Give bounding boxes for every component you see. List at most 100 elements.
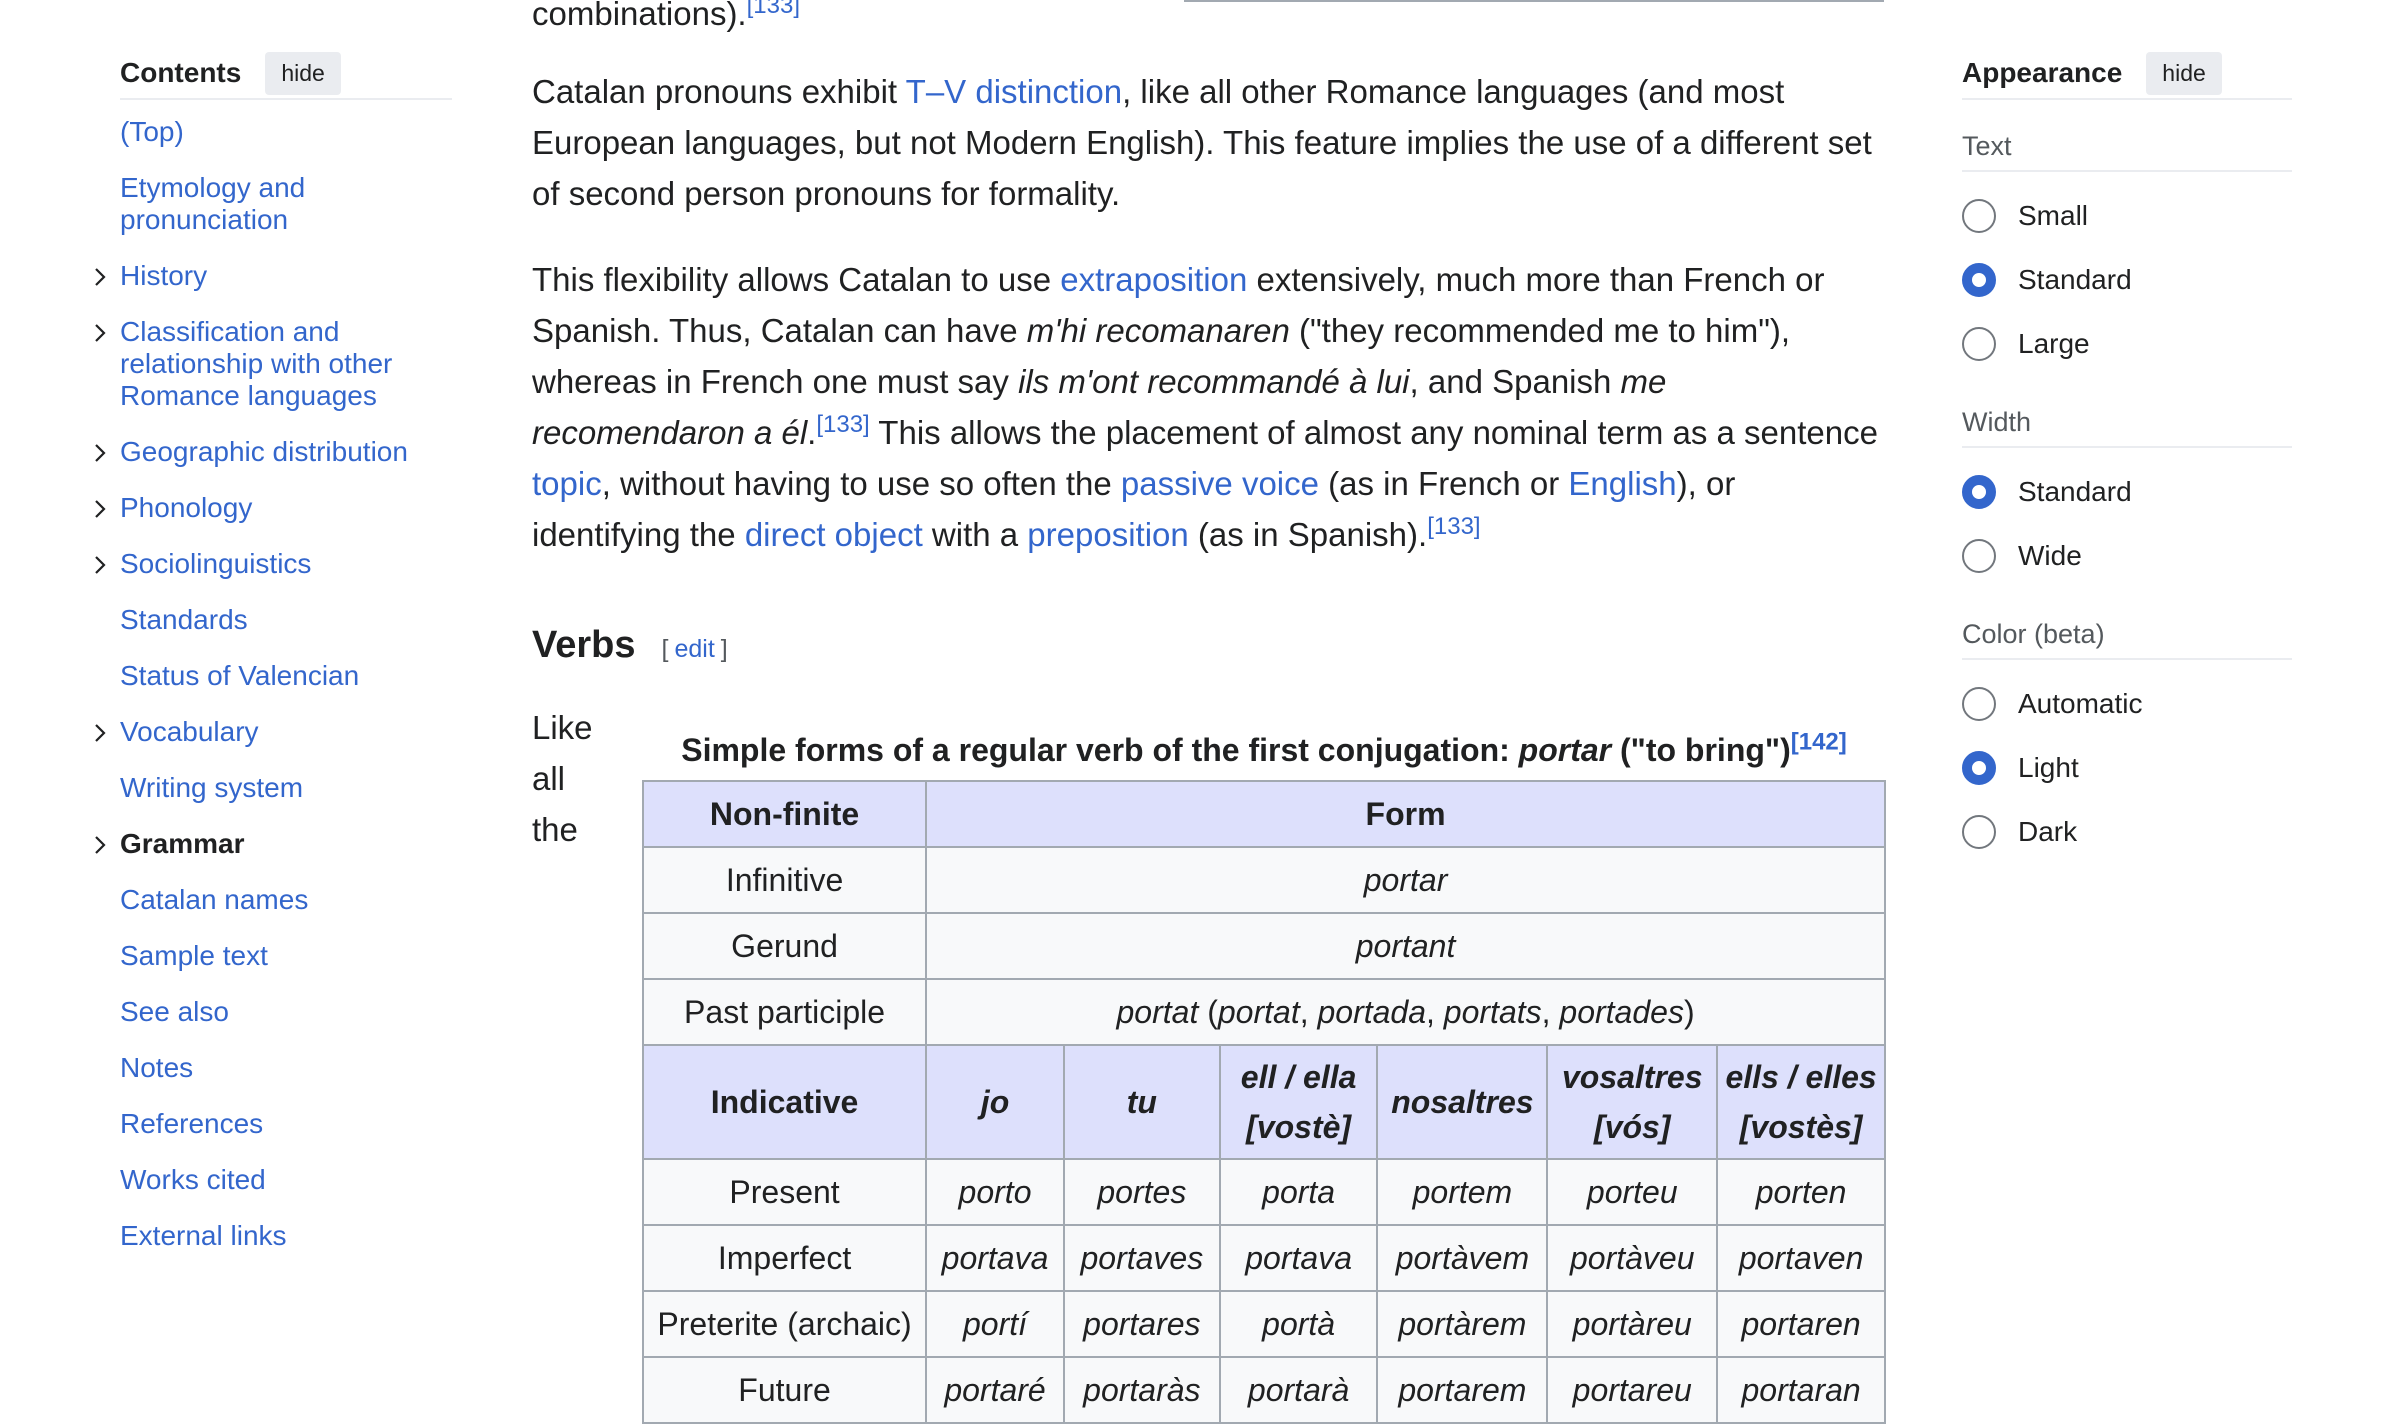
text: .	[807, 414, 817, 451]
link-passive-voice[interactable]: passive voice	[1121, 465, 1319, 502]
radio-color-beta-dark[interactable]: Dark	[1962, 800, 2292, 864]
link-extraposition[interactable]: extraposition	[1060, 261, 1247, 298]
toc-link[interactable]: Works cited	[120, 1164, 266, 1195]
chevron-right-icon[interactable]	[88, 496, 112, 520]
radio-button[interactable]	[1962, 199, 1996, 233]
radio-text-standard[interactable]: Standard	[1962, 248, 2292, 312]
pronoun-header: ell / ella [vostè]	[1218, 1044, 1379, 1160]
radio-color-beta-light[interactable]: Light	[1962, 736, 2292, 800]
chevron-right-icon[interactable]	[88, 264, 112, 288]
toc-link[interactable]: Status of Valencian	[120, 660, 359, 691]
table-of-contents: Contents hide (Top) Etymology and pronunc…	[95, 48, 452, 1276]
citation-link[interactable]: [133]	[747, 0, 800, 19]
row-label: Gerund	[641, 912, 928, 980]
toc-header: Contents hide	[120, 48, 452, 100]
bracket: ]	[1659, 1109, 1671, 1145]
toc-link[interactable]: Writing system	[120, 772, 303, 803]
radio-button[interactable]	[1962, 539, 1996, 573]
chevron-right-icon[interactable]	[88, 440, 112, 464]
table-row: Infinitive portar	[641, 846, 1886, 914]
radio-color-beta-automatic[interactable]: Automatic	[1962, 672, 2292, 736]
toc-link[interactable]: Standards	[120, 604, 248, 635]
toc-link[interactable]: Sample text	[120, 940, 268, 971]
table-cell: portares	[1062, 1290, 1221, 1358]
link-english[interactable]: English	[1568, 465, 1676, 502]
radio-label: Standard	[2018, 264, 2132, 295]
toc-link[interactable]: References	[120, 1108, 263, 1139]
bracket: ]	[1340, 1109, 1352, 1145]
pronoun-header: jo	[925, 1044, 1065, 1160]
radio-text-large[interactable]: Large	[1962, 312, 2292, 376]
pronoun-header: vosaltres [vós]	[1546, 1044, 1719, 1160]
radio-label: Wide	[2018, 540, 2082, 571]
table-cell: portem	[1376, 1158, 1549, 1226]
table-header-row: Non-finite Form	[641, 780, 1886, 848]
link-direct-object[interactable]: direct object	[745, 516, 923, 553]
radio-width-standard[interactable]: Standard	[1962, 460, 2292, 524]
text: (	[1198, 993, 1218, 1030]
table-cell: portàrem	[1376, 1290, 1549, 1358]
text: This allows the placement of almost any …	[869, 414, 1878, 451]
text: Like	[532, 709, 593, 746]
toc-link[interactable]: Vocabulary	[120, 716, 259, 747]
toc-item-geographic-distribution: Geographic distribution	[95, 436, 452, 468]
bracket: [	[1594, 1109, 1605, 1145]
citation-link[interactable]: [133]	[1427, 513, 1480, 540]
toc-link[interactable]: Geographic distribution	[120, 436, 408, 467]
link-topic[interactable]: topic	[532, 465, 602, 502]
table-cell: portava	[925, 1224, 1065, 1292]
link-tv-distinction[interactable]: T–V distinction	[906, 73, 1122, 110]
text: )	[1683, 993, 1695, 1030]
table-cell: portaràs	[1062, 1356, 1221, 1424]
toc-link[interactable]: Classification and relationship with oth…	[120, 316, 392, 411]
radio-button[interactable]	[1962, 815, 1996, 849]
toc-list: (Top) Etymology and pronunciation History C…	[95, 116, 452, 1252]
toc-link[interactable]: Catalan names	[120, 884, 308, 915]
group-label-color-beta: Color (beta)	[1962, 610, 2292, 660]
radio-text-small[interactable]: Small	[1962, 184, 2292, 248]
citation-link[interactable]: [133]	[816, 411, 869, 438]
edit-link[interactable]: edit	[674, 635, 714, 663]
text: the	[532, 811, 578, 848]
text: ,	[1299, 993, 1318, 1030]
radio-label: Light	[2018, 752, 2079, 783]
table-cell: portaré	[925, 1356, 1065, 1424]
radio-button[interactable]	[1962, 475, 1996, 509]
table-cell: portàreu	[1546, 1290, 1719, 1358]
radio-button[interactable]	[1962, 327, 1996, 361]
radio-button[interactable]	[1962, 263, 1996, 297]
table-row: Preterite (archaic) portí portares portà por…	[641, 1290, 1886, 1358]
citation-link[interactable]: [142]	[1791, 728, 1847, 755]
radio-button[interactable]	[1962, 687, 1996, 721]
chevron-right-icon[interactable]	[88, 320, 112, 344]
column-header: Form	[925, 780, 1886, 848]
table-cell: portaran	[1716, 1356, 1886, 1424]
text: ,	[1426, 993, 1444, 1030]
radio-button[interactable]	[1962, 751, 1996, 785]
bracket: ]	[1851, 1109, 1863, 1145]
toc-link[interactable]: Etymology and pronunciation	[120, 172, 305, 235]
toc-link[interactable]: Grammar	[120, 828, 245, 859]
section-heading-verbs: Verbs [edit]	[532, 624, 728, 667]
toc-link[interactable]: External links	[120, 1220, 287, 1251]
toc-link[interactable]: History	[120, 260, 207, 291]
toc-item-grammar: Grammar	[95, 828, 452, 860]
table-row: Past participle portat (portat, portada, …	[641, 978, 1886, 1046]
pronoun: tu	[1126, 1084, 1157, 1120]
radio-width-wide[interactable]: Wide	[1962, 524, 2292, 588]
chevron-right-icon[interactable]	[88, 720, 112, 744]
chevron-right-icon[interactable]	[88, 832, 112, 856]
toc-link[interactable]: Phonology	[120, 492, 252, 523]
appearance-hide-button[interactable]: hide	[2146, 51, 2222, 95]
toc-link[interactable]: Sociolinguistics	[120, 548, 311, 579]
group-label-width: Width	[1962, 398, 2292, 448]
toc-link[interactable]: See also	[120, 996, 229, 1027]
link-preposition[interactable]: preposition	[1027, 516, 1188, 553]
text: portat	[1116, 993, 1199, 1030]
radio-label: Automatic	[2018, 688, 2143, 719]
chevron-right-icon[interactable]	[88, 552, 112, 576]
toc-link[interactable]: (Top)	[120, 116, 184, 147]
toc-link[interactable]: Notes	[120, 1052, 193, 1083]
toc-hide-button[interactable]: hide	[265, 51, 341, 95]
text: portades	[1559, 993, 1684, 1030]
